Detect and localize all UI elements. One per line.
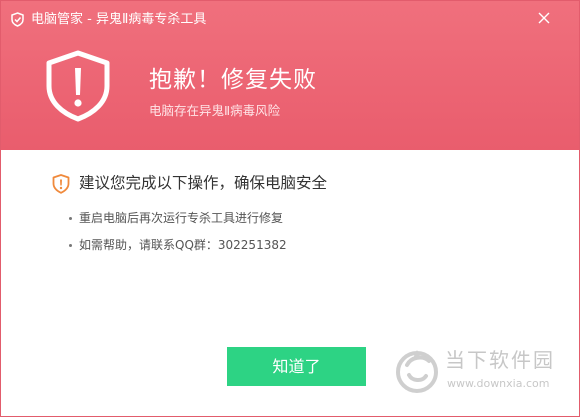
dialog-window: 电脑管家 - 异鬼Ⅱ病毒专杀工具 抱歉！修复失败 电脑存在异鬼Ⅱ病毒风险 建议您… <box>0 0 580 417</box>
warning-shield-icon <box>52 174 70 194</box>
step-text: 如需帮助，请联系QQ群：302251382 <box>79 238 287 252</box>
steps-list: 重启电脑后再次运行专杀工具进行修复 如需帮助，请联系QQ群：302251382 <box>69 210 287 264</box>
advice-heading: 建议您完成以下操作，确保电脑安全 <box>79 174 328 192</box>
watermark: 当下软件园 www.downxia.com <box>393 341 573 401</box>
bullet <box>69 217 72 220</box>
downxia-logo-icon <box>396 350 438 393</box>
close-icon[interactable] <box>535 9 553 27</box>
window-title: 电脑管家 - 异鬼Ⅱ病毒专杀工具 <box>31 12 207 27</box>
watermark-url: www.downxia.com <box>447 377 550 390</box>
shield-icon <box>11 12 24 27</box>
list-item: 如需帮助，请联系QQ群：302251382 <box>69 237 287 253</box>
ok-button[interactable]: 知道了 <box>227 347 366 386</box>
bullet <box>69 244 72 247</box>
result-subline: 电脑存在异鬼Ⅱ病毒风险 <box>149 103 281 118</box>
result-headline: 抱歉！修复失败 <box>149 67 317 93</box>
header-banner: 电脑管家 - 异鬼Ⅱ病毒专杀工具 抱歉！修复失败 电脑存在异鬼Ⅱ病毒风险 <box>1 1 579 150</box>
title-bar: 电脑管家 - 异鬼Ⅱ病毒专杀工具 <box>1 1 579 37</box>
list-item: 重启电脑后再次运行专杀工具进行修复 <box>69 210 287 226</box>
shield-exclamation-icon <box>46 50 110 122</box>
step-text: 重启电脑后再次运行专杀工具进行修复 <box>79 211 284 225</box>
watermark-name: 当下软件园 <box>445 348 555 372</box>
